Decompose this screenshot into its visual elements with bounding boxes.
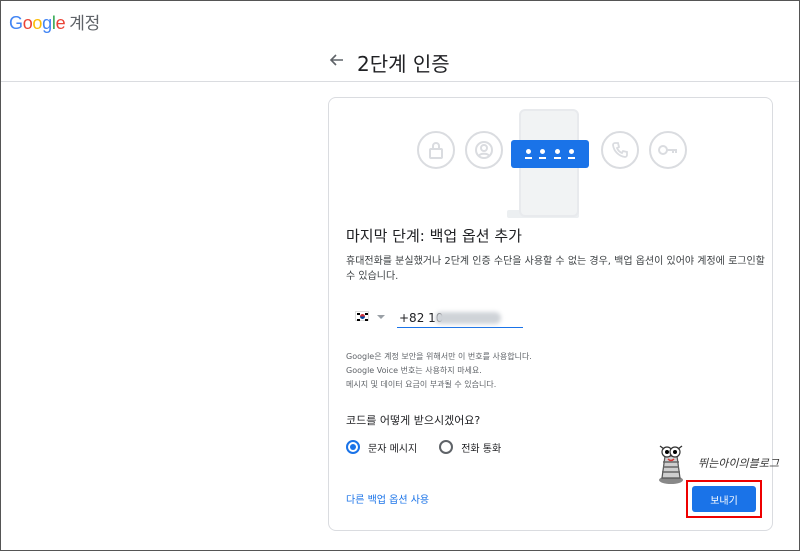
redacted-number bbox=[435, 312, 501, 324]
radio-phone-call[interactable] bbox=[439, 440, 454, 454]
phone-icon bbox=[601, 131, 639, 169]
text-message-label[interactable]: 문자 메시지 bbox=[368, 440, 417, 455]
kr-flag-icon[interactable] bbox=[355, 311, 369, 321]
google-logo: Google bbox=[9, 13, 66, 33]
notice-line: Google Voice 번호는 사용하지 마세요. bbox=[346, 366, 482, 375]
person-icon bbox=[465, 131, 503, 169]
notice-text: Google은 계정 보안을 위해서만 이 번호를 사용합니다. Google … bbox=[346, 350, 532, 392]
code-digit bbox=[568, 148, 576, 160]
code-digit bbox=[539, 148, 547, 160]
page-title: 2단계 인증 bbox=[357, 52, 450, 76]
blog-watermark: 뛰는아이의블로그 bbox=[698, 457, 779, 470]
notice-line: Google은 계정 보안을 위해서만 이 번호를 사용합니다. bbox=[346, 352, 532, 361]
other-backup-option-link[interactable]: 다른 백업 옵션 사용 bbox=[346, 491, 429, 506]
key-icon bbox=[649, 131, 687, 169]
title-bar: 2단계 인증 bbox=[1, 40, 799, 82]
code-digit bbox=[553, 148, 561, 160]
top-bar: Google 계정 bbox=[1, 1, 799, 39]
chevron-down-icon[interactable] bbox=[377, 315, 385, 319]
send-button[interactable]: 보내기 bbox=[692, 486, 756, 512]
description-text: 휴대전화를 분실했거나 2단계 인증 수단을 사용할 수 없는 경우, 백업 옵… bbox=[346, 256, 765, 282]
account-label: 계정 bbox=[69, 14, 100, 33]
delivery-options: 문자 메시지 전화 통화 bbox=[346, 438, 523, 456]
verification-illustration bbox=[415, 108, 695, 218]
code-box bbox=[511, 140, 589, 168]
lock-icon bbox=[417, 131, 455, 169]
phone-number-row bbox=[351, 308, 531, 330]
google-account-logo[interactable]: Google 계정 bbox=[9, 9, 100, 34]
phone-call-label[interactable]: 전화 통화 bbox=[461, 440, 501, 455]
highlight-box: 보내기 bbox=[686, 480, 762, 518]
step-title: 마지막 단계: 백업 옵션 추가 bbox=[346, 227, 522, 245]
notice-line: 메시지 및 데이터 요금이 부과될 수 있습니다. bbox=[346, 380, 497, 389]
radio-text-message[interactable] bbox=[346, 440, 360, 454]
delivery-question: 코드를 어떻게 받으시겠어요? bbox=[346, 414, 481, 427]
code-digit bbox=[524, 148, 532, 160]
arrow-left-icon[interactable] bbox=[327, 50, 347, 70]
